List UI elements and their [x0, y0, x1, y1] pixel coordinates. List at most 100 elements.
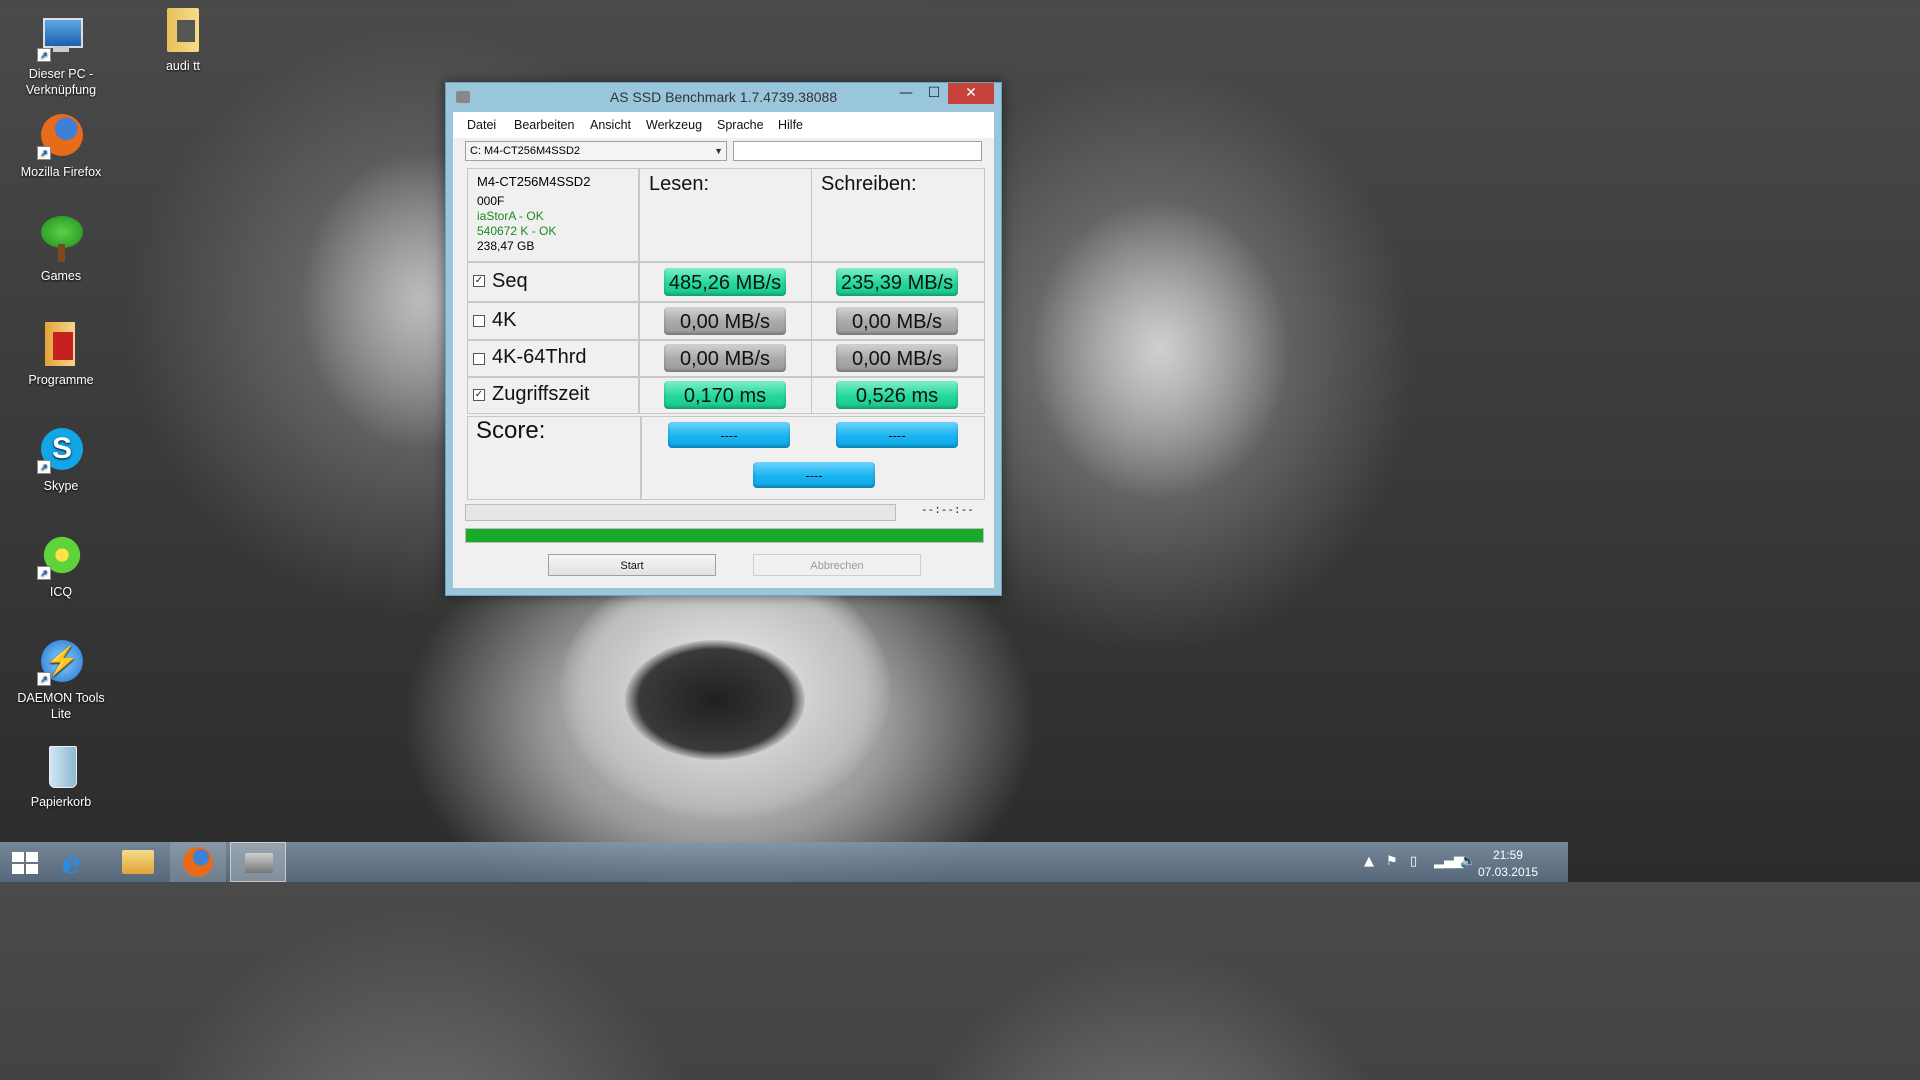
- write-header-cell: Schreiben:: [811, 168, 985, 262]
- score-values-cell: ---- ---- ----: [641, 416, 985, 500]
- shortcut-arrow-icon: ↗: [37, 48, 51, 62]
- menu-bearbeiten[interactable]: Bearbeiten: [514, 118, 574, 132]
- window-titlebar[interactable]: AS SSD Benchmark 1.7.4739.38088 — ☐ ✕: [446, 83, 1001, 111]
- score-write-value: ----: [836, 422, 958, 448]
- menu-ansicht[interactable]: Ansicht: [590, 118, 631, 132]
- read-header: Lesen:: [649, 173, 710, 195]
- shortcut-arrow-icon: ↗: [37, 566, 51, 580]
- row-seq-label-cell: ✓ Seq: [467, 262, 639, 302]
- as-ssd-window: AS SSD Benchmark 1.7.4739.38088 — ☐ ✕ Da…: [445, 82, 1002, 596]
- firefox-icon: ↗: [37, 112, 85, 160]
- row-4k-read-cell: 0,00 MB/s: [639, 302, 812, 340]
- 4k-checkbox[interactable]: [473, 315, 485, 327]
- chevron-down-icon: ▼: [714, 146, 723, 156]
- folder-programs-icon: [37, 320, 85, 368]
- drive-firmware: 000F: [477, 194, 505, 208]
- desktop-icon-programme[interactable]: Programme: [6, 320, 116, 388]
- drive-select[interactable]: C: M4-CT256M4SSD2 ▼: [465, 141, 727, 161]
- menu-werkzeug[interactable]: Werkzeug: [646, 118, 702, 132]
- seq-write-value: 235,39 MB/s: [836, 268, 958, 296]
- window-client: Datei Bearbeiten Ansicht Werkzeug Sprach…: [453, 112, 994, 588]
- 4k-write-value: 0,00 MB/s: [836, 307, 958, 335]
- desktop-icon-firefox[interactable]: ↗ Mozilla Firefox: [6, 112, 116, 180]
- as-ssd-icon: [245, 853, 273, 873]
- desktop-icon-audi-tt[interactable]: audi tt: [128, 6, 238, 74]
- taskbar-as-ssd[interactable]: [230, 842, 286, 882]
- daemon-tools-icon: ⚡ ↗: [37, 638, 85, 686]
- time-display: --:--:--: [921, 505, 974, 517]
- firefox-icon: [183, 847, 213, 877]
- minimize-button[interactable]: —: [892, 83, 920, 104]
- desktop-icon-label: Skype: [43, 479, 79, 493]
- skype-icon: S ↗: [37, 426, 85, 474]
- desktop-icon-label: audi tt: [165, 59, 201, 73]
- desktop-icon-label: Games: [40, 269, 82, 283]
- desktop-icon-label: Programme: [28, 373, 94, 387]
- row-access-read-cell: 0,170 ms: [639, 377, 812, 414]
- windows-start-icon: [12, 852, 38, 874]
- taskbar-internet-explorer[interactable]: e: [50, 842, 106, 882]
- drive-alignment-status: 540672 K - OK: [477, 224, 557, 238]
- drive-driver-status: iaStorA - OK: [477, 209, 544, 223]
- shortcut-arrow-icon: ↗: [37, 146, 51, 160]
- drive-select-value: C: M4-CT256M4SSD2: [470, 145, 581, 157]
- progress-bar: [465, 528, 984, 543]
- desktop-icon-dieser-pc[interactable]: ↗ Dieser PC - Verknüpfung: [6, 14, 116, 98]
- close-button[interactable]: ✕: [948, 83, 994, 104]
- desktop-icon-label: Mozilla Firefox: [20, 165, 102, 179]
- tree-icon: [37, 216, 85, 264]
- access-write-value: 0,526 ms: [836, 381, 958, 409]
- start-button-taskbar[interactable]: [0, 842, 56, 882]
- file-explorer-icon: [122, 850, 154, 874]
- drive-size: 238,47 GB: [477, 239, 535, 253]
- computer-icon: ↗: [37, 14, 85, 62]
- desktop-icon-icq[interactable]: ↗ ICQ: [6, 532, 116, 600]
- taskbar-file-explorer[interactable]: [110, 842, 166, 882]
- read-header-cell: Lesen:: [639, 168, 812, 262]
- action-center-flag-icon[interactable]: ⚑: [1386, 854, 1398, 869]
- volume-icon[interactable]: 🔈: [1460, 854, 1476, 869]
- 4k-label: 4K: [492, 309, 517, 331]
- desktop-icon-papierkorb[interactable]: Papierkorb: [6, 742, 116, 810]
- drive-model: M4-CT256M4SSD2: [477, 174, 591, 189]
- folder-icon: [159, 6, 207, 54]
- taskbar-clock[interactable]: 21:59 07.03.2015: [1478, 847, 1538, 881]
- recycle-bin-icon: [37, 742, 85, 790]
- taskbar-firefox[interactable]: [170, 842, 226, 882]
- access-checkbox[interactable]: ✓: [473, 389, 485, 401]
- 4k64-label: 4K-64Thrd: [492, 346, 587, 368]
- taskbar: e ▲ ⚑ ▯ ▂▄▆ 🔈 21:59 07.03.2015: [0, 842, 1568, 882]
- score-label-cell: Score:: [467, 416, 641, 500]
- row-access-label-cell: ✓ Zugriffszeit: [467, 377, 639, 414]
- menu-sprache[interactable]: Sprache: [717, 118, 764, 132]
- desktop-icon-label: ICQ: [49, 585, 73, 599]
- maximize-button[interactable]: ☐: [920, 83, 948, 104]
- row-4k-label-cell: 4K: [467, 302, 639, 340]
- start-button[interactable]: Start: [548, 554, 716, 576]
- row-4k64-write-cell: 0,00 MB/s: [811, 340, 985, 377]
- seq-label: Seq: [492, 270, 528, 292]
- internet-explorer-icon: e: [62, 846, 82, 881]
- menu-hilfe[interactable]: Hilfe: [778, 118, 803, 132]
- row-4k-write-cell: 0,00 MB/s: [811, 302, 985, 340]
- write-header: Schreiben:: [821, 173, 917, 195]
- desktop-icon-skype[interactable]: S ↗ Skype: [6, 426, 116, 494]
- cancel-button[interactable]: Abbrechen: [753, 554, 921, 576]
- drive-info-panel: M4-CT256M4SSD2 000F iaStorA - OK 540672 …: [467, 168, 639, 262]
- desktop-icon-daemon-tools[interactable]: ⚡ ↗ DAEMON Tools Lite: [6, 638, 116, 722]
- desktop-icon-games[interactable]: Games: [6, 216, 116, 284]
- seq-read-value: 485,26 MB/s: [664, 268, 786, 296]
- menu-datei[interactable]: Datei: [467, 118, 496, 132]
- icq-icon: ↗: [37, 532, 85, 580]
- desktop-icon-label: Papierkorb: [30, 795, 92, 809]
- 4k64-checkbox[interactable]: [473, 353, 485, 365]
- device-icon[interactable]: ▯: [1410, 854, 1417, 869]
- shortcut-arrow-icon: ↗: [37, 460, 51, 474]
- 4k-read-value: 0,00 MB/s: [664, 307, 786, 335]
- seq-checkbox[interactable]: ✓: [473, 275, 485, 287]
- score-read-value: ----: [668, 422, 790, 448]
- clock-time: 21:59: [1492, 848, 1523, 862]
- 4k64-write-value: 0,00 MB/s: [836, 344, 958, 372]
- tray-expand-icon[interactable]: ▲: [1364, 854, 1374, 869]
- progress-fill: [466, 529, 983, 542]
